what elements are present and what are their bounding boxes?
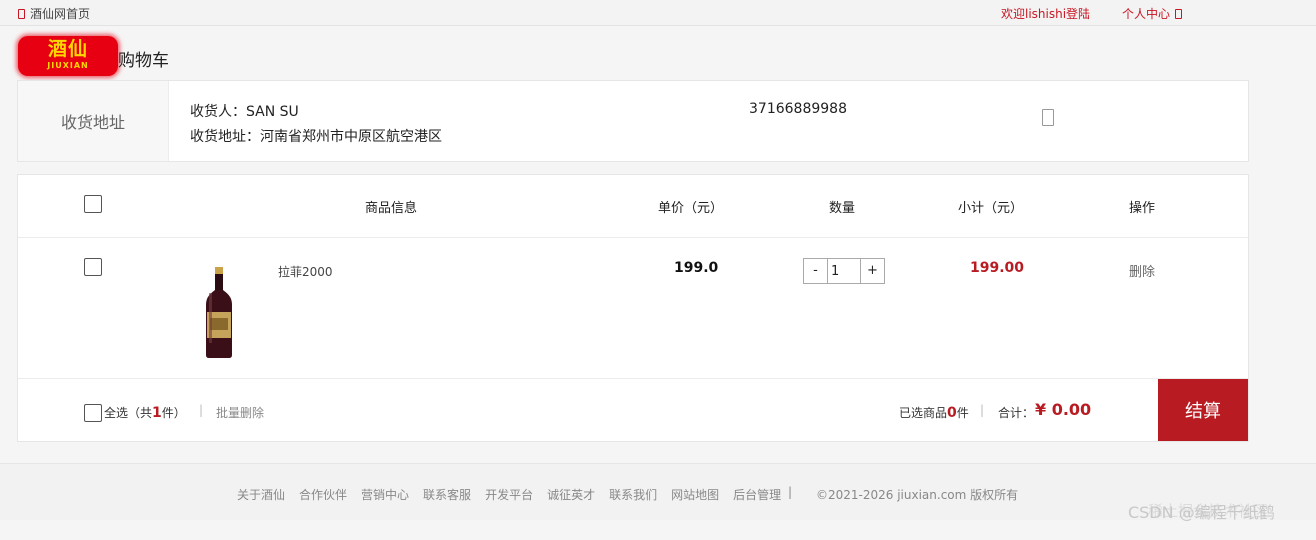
address-full: 河南省郑州市中原区航空港区	[260, 129, 442, 145]
footer-link-service[interactable]: 联系客服	[423, 486, 471, 503]
header-select-checkbox[interactable]	[84, 195, 102, 213]
footer-link-dev-platform[interactable]: 开发平台	[485, 486, 533, 503]
welcome-text[interactable]: 欢迎lishishi登陆	[1001, 5, 1090, 22]
quantity-stepper: - +	[803, 258, 885, 284]
receiver-line: 收货人：SAN SU	[190, 101, 299, 121]
receiver-phone: 37166889988	[749, 101, 847, 117]
top-bar: 酒仙网首页 欢迎lishishi登陆 个人中心	[0, 0, 1316, 26]
select-all-text: 全选	[104, 406, 129, 420]
page-title: 购物车	[118, 51, 169, 71]
header-quantity: 数量	[829, 201, 856, 216]
user-center-icon	[1175, 8, 1183, 19]
quantity-input[interactable]	[828, 258, 860, 284]
logo-en: JIUXIAN	[47, 61, 89, 70]
logo-cn: 酒仙	[47, 38, 88, 60]
address-section-label: 收货地址	[18, 81, 169, 161]
jiuxian-logo[interactable]: 酒仙 JIUXIAN	[18, 36, 118, 76]
selected-unit: 件	[956, 406, 969, 420]
item-select-checkbox[interactable]	[84, 258, 102, 276]
cart-table: 商品信息 单价（元） 数量 小计（元） 操作 拉菲2000 199.0 - + …	[17, 174, 1249, 442]
sum-label: 合计：	[998, 406, 1035, 420]
watermark-csdn: CSDN @编程千纸鹤	[1128, 503, 1275, 522]
footer-pipe: |	[788, 485, 793, 499]
decrease-quantity-button[interactable]: -	[803, 258, 828, 284]
batch-delete-button[interactable]: 批量删除	[216, 404, 264, 421]
footer-link-marketing[interactable]: 营销中心	[361, 486, 409, 503]
edit-address-icon[interactable]	[1042, 109, 1054, 126]
cart-footer-bar: 全选（共1件） | 批量删除 已选商品0件 | 合计： ¥ 0.00 结算	[18, 379, 1248, 441]
home-link-label: 酒仙网首页	[30, 7, 91, 21]
increase-quantity-button[interactable]: +	[860, 258, 885, 284]
user-center-label: 个人中心	[1122, 7, 1171, 21]
footer-link-contact[interactable]: 联系我们	[609, 486, 657, 503]
selected-items-info: 已选商品0件	[899, 404, 969, 421]
selected-label: 已选商品	[899, 406, 948, 420]
footer-links: 关于酒仙 合作伙伴 营销中心 联系客服 开发平台 诚征英才 联系我们 网站地图 …	[237, 486, 795, 503]
select-all-checkbox[interactable]	[84, 404, 102, 422]
checkout-button[interactable]: 结算	[1158, 379, 1248, 441]
home-icon	[18, 8, 25, 19]
select-all-label[interactable]: 全选（共1件）	[104, 404, 186, 421]
header-product-info: 商品信息	[365, 201, 418, 216]
footer-link-partners[interactable]: 合作伙伴	[299, 486, 347, 503]
item-count: 1	[152, 405, 162, 421]
receiver-name: SAN SU	[246, 104, 299, 120]
address-line: 收货地址：河南省郑州市中原区航空港区	[190, 126, 442, 146]
header-operation: 操作	[1129, 201, 1156, 216]
footer-link-admin[interactable]: 后台管理	[733, 486, 781, 503]
footer-divider: |	[199, 403, 204, 417]
site-footer: 关于酒仙 合作伙伴 营销中心 联系客服 开发平台 诚征英才 联系我们 网站地图 …	[0, 463, 1316, 520]
unit-price: 199.0	[674, 260, 719, 276]
delete-item-button[interactable]: 删除	[1129, 261, 1155, 280]
total-suffix: 件）	[161, 406, 186, 420]
cart-item-row: 拉菲2000 199.0 - + 199.00 删除	[18, 238, 1248, 379]
header-subtotal: 小计（元）	[958, 201, 1024, 216]
selected-count: 0	[947, 405, 957, 421]
total-prefix: （共	[128, 406, 153, 420]
header-unit-price: 单价（元）	[658, 201, 724, 216]
item-subtotal: 199.00	[970, 260, 1025, 276]
footer-link-sitemap[interactable]: 网站地图	[671, 486, 719, 503]
total-divider: |	[980, 403, 985, 417]
address-label: 收货地址：	[190, 129, 260, 145]
user-center-link[interactable]: 个人中心	[1122, 5, 1183, 22]
wine-bottle-image	[206, 267, 232, 358]
footer-link-careers[interactable]: 诚征英才	[547, 486, 595, 503]
total-amount: ¥ 0.00	[1035, 400, 1092, 419]
cart-header-row: 商品信息 单价（元） 数量 小计（元） 操作	[18, 175, 1248, 238]
footer-link-about[interactable]: 关于酒仙	[237, 486, 285, 503]
home-link[interactable]: 酒仙网首页	[18, 5, 90, 22]
receiver-label: 收货人：	[190, 104, 246, 120]
copyright-text: ©2021-2026 jiuxian.com 版权所有	[816, 488, 1019, 502]
shipping-address-panel: 收货地址 收货人：SAN SU 收货地址：河南省郑州市中原区航空港区 37166…	[17, 80, 1249, 162]
product-name[interactable]: 拉菲2000	[278, 263, 333, 280]
